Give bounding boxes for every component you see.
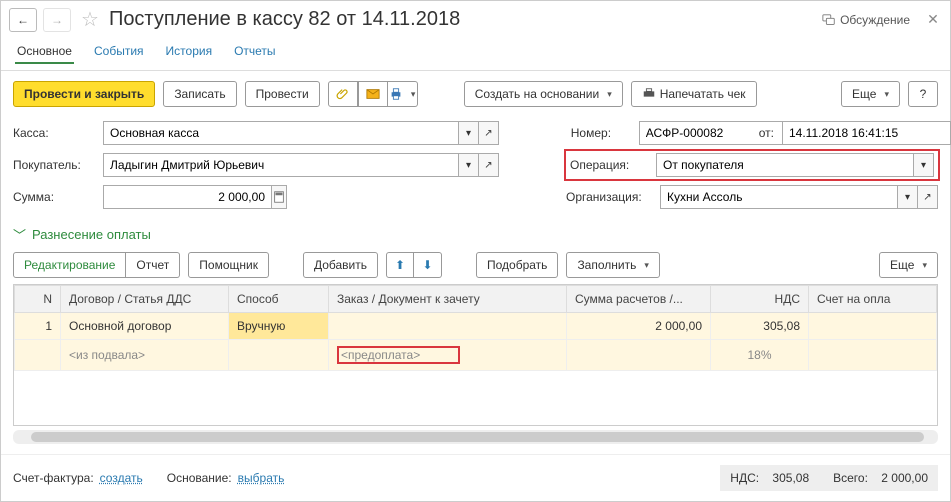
payment-section-toggle[interactable]: ﹀ Разнесение оплаты	[1, 219, 950, 246]
table-more-button[interactable]: Еще	[879, 252, 938, 278]
horizontal-scrollbar[interactable]	[13, 430, 938, 444]
buyer-open-button[interactable]: ↗	[479, 153, 499, 177]
operation-input[interactable]	[656, 153, 914, 177]
cell-order[interactable]	[329, 313, 567, 340]
fill-button[interactable]: Заполнить	[566, 252, 659, 278]
paperclip-icon	[336, 87, 350, 101]
date-input[interactable]	[782, 121, 951, 145]
operation-label: Операция:	[570, 158, 648, 172]
attach-button[interactable]	[328, 81, 358, 107]
create-based-button[interactable]: Создать на основании	[464, 81, 623, 107]
discussion-label: Обсуждение	[840, 13, 910, 27]
grand-total-label: Всего:	[833, 471, 868, 485]
chevron-down-icon: ﹀	[13, 225, 26, 244]
th-nds[interactable]: НДС	[711, 286, 809, 313]
cell-nds-rate[interactable]: 18%	[711, 340, 809, 371]
help-button[interactable]: ?	[908, 81, 938, 107]
buyer-label: Покупатель:	[13, 158, 95, 172]
cell-n[interactable]	[15, 340, 61, 371]
ot-label: от:	[759, 126, 774, 140]
org-dropdown-button[interactable]: ▾	[898, 185, 918, 209]
cell-invoice[interactable]	[809, 313, 937, 340]
summa-label: Сумма:	[13, 190, 95, 204]
cell-n[interactable]: 1	[15, 313, 61, 340]
choose-osn-link[interactable]: выбрать	[238, 471, 285, 485]
kassa-dropdown-button[interactable]: ▾	[459, 121, 479, 145]
payment-table[interactable]: N Договор / Статья ДДС Способ Заказ / До…	[13, 284, 938, 426]
move-down-button[interactable]: ⬇	[414, 252, 442, 278]
calculator-icon	[272, 190, 286, 204]
nav-forward-button: →	[43, 8, 71, 32]
number-label: Номер:	[571, 126, 631, 140]
add-row-button[interactable]: Добавить	[303, 252, 378, 278]
cell-method[interactable]: Вручную	[229, 313, 329, 340]
create-sf-link[interactable]: создать	[100, 471, 143, 485]
nds-total-label: НДС:	[730, 471, 759, 485]
cell-order-sub[interactable]: <предоплата>	[329, 340, 567, 371]
cell-contract[interactable]: Основной договор	[61, 313, 229, 340]
post-and-close-button[interactable]: Провести и закрыть	[13, 81, 155, 107]
osn-label: Основание:	[167, 471, 232, 485]
kassa-open-button[interactable]: ↗	[479, 121, 499, 145]
mail-button[interactable]	[358, 81, 388, 107]
table-row[interactable]: 1 Основной договор Вручную 2 000,00 305,…	[15, 313, 937, 340]
chat-icon	[822, 13, 836, 27]
sf-label: Счет-фактура:	[13, 471, 94, 485]
save-button[interactable]: Записать	[163, 81, 236, 107]
receipt-printer-icon	[642, 87, 656, 101]
th-order[interactable]: Заказ / Документ к зачету	[329, 286, 567, 313]
cell-sum[interactable]	[567, 340, 711, 371]
operation-dropdown-button[interactable]: ▾	[914, 153, 934, 177]
nav-back-button[interactable]: ←	[9, 8, 37, 32]
calculator-button[interactable]	[272, 185, 287, 209]
more-button[interactable]: Еще	[841, 81, 900, 107]
favorite-star-icon[interactable]: ☆	[81, 7, 99, 32]
cell-nds[interactable]: 305,08	[711, 313, 809, 340]
printer-icon	[389, 87, 403, 101]
cell-method[interactable]	[229, 340, 329, 371]
th-invoice[interactable]: Счет на опла	[809, 286, 937, 313]
org-input[interactable]	[660, 185, 898, 209]
print-check-label: Напечатать чек	[660, 87, 746, 101]
grand-total-value: 2 000,00	[881, 471, 928, 485]
buyer-input[interactable]	[103, 153, 459, 177]
edit-mode-button[interactable]: Редактирование	[13, 252, 126, 278]
table-row[interactable]: <из подвала> <предоплата> 18%	[15, 340, 937, 371]
pick-button[interactable]: Подобрать	[476, 252, 558, 278]
th-method[interactable]: Способ	[229, 286, 329, 313]
cell-contract-sub[interactable]: <из подвала>	[61, 340, 229, 371]
cell-invoice[interactable]	[809, 340, 937, 371]
buyer-dropdown-button[interactable]: ▾	[459, 153, 479, 177]
report-mode-button[interactable]: Отчет	[126, 252, 180, 278]
nds-total-value: 305,08	[772, 471, 809, 485]
tab-main[interactable]: Основное	[15, 40, 74, 64]
org-open-button[interactable]: ↗	[918, 185, 938, 209]
tab-history[interactable]: История	[164, 40, 215, 64]
summa-input[interactable]	[103, 185, 272, 209]
print-check-button[interactable]: Напечатать чек	[631, 81, 757, 107]
th-contract[interactable]: Договор / Статья ДДС	[61, 286, 229, 313]
th-sum[interactable]: Сумма расчетов /...	[567, 286, 711, 313]
post-button[interactable]: Провести	[245, 81, 320, 107]
org-label: Организация:	[566, 190, 652, 204]
kassa-input[interactable]	[103, 121, 459, 145]
move-up-button[interactable]: ⬆	[386, 252, 414, 278]
tab-reports[interactable]: Отчеты	[232, 40, 277, 64]
mail-icon	[366, 87, 380, 101]
kassa-label: Касса:	[13, 126, 95, 140]
tab-events[interactable]: События	[92, 40, 146, 64]
payment-section-title: Разнесение оплаты	[32, 227, 151, 242]
window-title: Поступление в кассу 82 от 14.11.2018	[109, 8, 816, 31]
discussion-button[interactable]: Обсуждение	[822, 13, 910, 27]
cell-sum[interactable]: 2 000,00	[567, 313, 711, 340]
close-button[interactable]: ✕	[924, 11, 942, 28]
helper-button[interactable]: Помощник	[188, 252, 269, 278]
th-n[interactable]: N	[15, 286, 61, 313]
print-button[interactable]	[388, 81, 418, 107]
